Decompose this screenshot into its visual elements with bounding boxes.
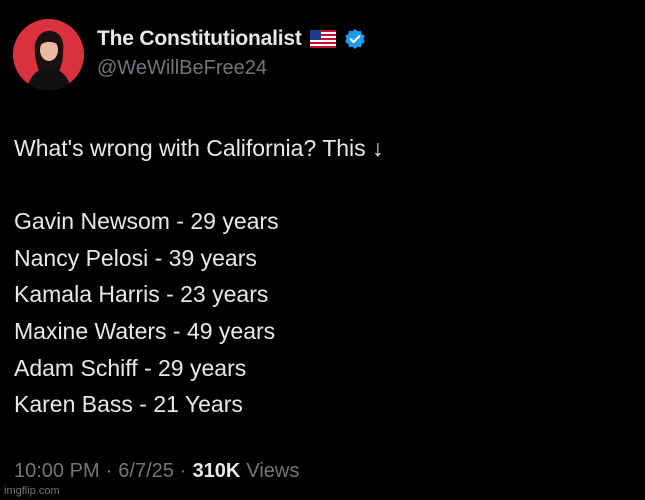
- post-line: Nancy Pelosi - 39 years: [14, 244, 257, 271]
- post-time[interactable]: 10:00 PM: [14, 460, 100, 483]
- post-date[interactable]: 6/7/25: [118, 460, 174, 483]
- author-row: The Constitutionalist: [97, 25, 366, 53]
- avatar-image: [13, 19, 84, 90]
- views-count[interactable]: 310K: [193, 460, 241, 483]
- post-line: Maxine Waters - 49 years: [14, 317, 276, 344]
- meta-separator: ·: [179, 460, 187, 482]
- post-line: Gavin Newsom - 29 years: [14, 208, 279, 235]
- post-text: What's wrong with California? This ↓ Gav…: [14, 130, 624, 423]
- post-card: The Constitutionalist @WeWillBeFree24 Wh…: [0, 0, 645, 500]
- meta-separator: ·: [105, 460, 113, 482]
- verified-badge-icon: [344, 28, 366, 50]
- avatar[interactable]: [13, 19, 84, 90]
- post-line: Kamala Harris - 23 years: [14, 281, 269, 308]
- author-display-name[interactable]: The Constitutionalist: [97, 27, 302, 51]
- post-line: Karen Bass - 21 Years: [14, 391, 243, 418]
- post-meta: 10:00 PM · 6/7/25 · 310K Views: [14, 460, 299, 483]
- imgflip-watermark: imgflip.com: [4, 485, 60, 497]
- author-handle[interactable]: @WeWillBeFree24: [97, 57, 267, 80]
- post-line: Adam Schiff - 29 years: [14, 354, 247, 381]
- us-flag-icon: [309, 30, 336, 48]
- views-label: Views: [246, 460, 300, 482]
- post-intro: What's wrong with California? This ↓: [14, 135, 384, 161]
